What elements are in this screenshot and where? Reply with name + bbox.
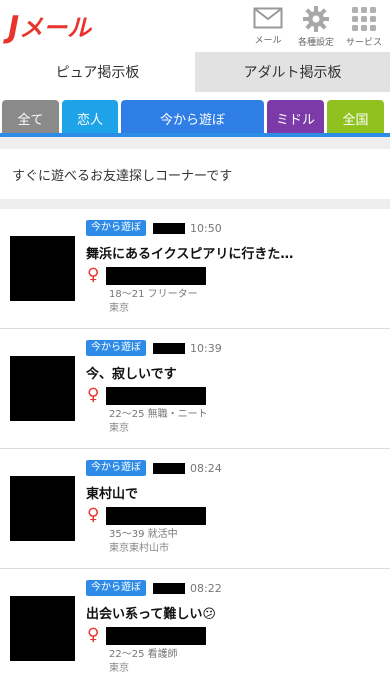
post-item[interactable]: 今から遊ぼ 08:24 東村山で ♀ 35～39 就活中 東京東村山市: [0, 449, 390, 569]
post-time: 08:24: [190, 461, 222, 475]
post-time: 10:39: [190, 341, 222, 355]
post-meta: 今から遊ぼ 08:22: [86, 580, 222, 596]
category-tab-nationwide[interactable]: 全国: [327, 100, 384, 136]
redacted-text: [106, 507, 206, 525]
board-tabs: ピュア掲示板 アダルト掲示板: [0, 52, 390, 92]
female-icon: ♀: [87, 625, 100, 645]
category-tab-lover[interactable]: 恋人: [62, 100, 118, 136]
age-job: 22～25 看護師: [109, 649, 178, 660]
post-title: 舞浜にあるイクスピアリに行きた…: [86, 247, 294, 262]
post-item[interactable]: 今から遊ぼ 08:22 出会い系って難しい😕 ♀ 22～25 看護師 東京: [0, 569, 390, 688]
age-job: 35～39 就活中: [109, 529, 178, 540]
redacted-name: [153, 342, 185, 354]
mail-label: メール: [254, 36, 282, 46]
redacted-name: [153, 222, 185, 234]
category-tab-middle[interactable]: ミドル: [267, 100, 324, 136]
category-badge: 今から遊ぼ: [86, 220, 146, 236]
logo-text: メール: [19, 14, 92, 42]
jmail-logo[interactable]: J メール: [8, 12, 91, 44]
settings-button[interactable]: 各種設定: [296, 6, 336, 48]
post-meta: 今から遊ぼ 08:24: [86, 460, 222, 476]
category-tab-play-now[interactable]: 今から遊ぼ: [121, 100, 264, 136]
post-time: 08:22: [190, 581, 222, 595]
mail-button[interactable]: メール: [248, 6, 288, 48]
category-badge: 今から遊ぼ: [86, 460, 146, 476]
area: 東京: [109, 303, 129, 314]
tab-pure-board[interactable]: ピュア掲示板: [0, 52, 195, 92]
header-icons: メール 各種設定 サービス: [240, 6, 384, 48]
post-time: 10:50: [190, 221, 222, 235]
avatar[interactable]: [10, 596, 75, 661]
app-header: J メール メール 各種設定 サービス: [0, 0, 390, 52]
female-icon: ♀: [87, 505, 100, 525]
post-info: 18～21 フリーター 東京: [109, 288, 198, 316]
services-label: サービス: [345, 38, 382, 48]
area: 東京東村山市: [109, 543, 169, 554]
post-title: 出会い系って難しい😕: [86, 607, 216, 622]
category-badge: 今から遊ぼ: [86, 580, 146, 596]
category-tabs: 全て 恋人 今から遊ぼ ミドル 全国: [0, 92, 390, 136]
female-icon: ♀: [87, 385, 100, 405]
post-list: 今から遊ぼ 10:50 舞浜にあるイクスピアリに行きた… ♀ 18～21 フリー…: [0, 209, 390, 688]
tab-adult-board[interactable]: アダルト掲示板: [195, 52, 390, 92]
redacted-name: [153, 462, 185, 474]
area: 東京: [109, 663, 129, 674]
category-tab-all[interactable]: 全て: [2, 100, 59, 136]
services-button[interactable]: サービス: [344, 6, 384, 48]
post-title: 今、寂しいです: [86, 367, 177, 382]
post-item[interactable]: 今から遊ぼ 10:39 今、寂しいです ♀ 22～25 無職・ニート 東京: [0, 329, 390, 449]
area: 東京: [109, 423, 129, 434]
redacted-text: [106, 267, 206, 285]
post-info: 22～25 無職・ニート 東京: [109, 408, 208, 436]
post-meta: 今から遊ぼ 10:39: [86, 340, 222, 356]
grid-icon: [352, 7, 376, 31]
settings-label: 各種設定: [297, 38, 334, 48]
female-icon: ♀: [87, 265, 100, 285]
post-title: 東村山で: [86, 487, 139, 502]
age-job: 18～21 フリーター: [109, 289, 198, 300]
post-info: 22～25 看護師 東京: [109, 648, 178, 676]
avatar[interactable]: [10, 236, 75, 301]
avatar[interactable]: [10, 476, 75, 541]
post-item[interactable]: 今から遊ぼ 10:50 舞浜にあるイクスピアリに行きた… ♀ 18～21 フリー…: [0, 209, 390, 329]
divider: [0, 137, 390, 149]
avatar[interactable]: [10, 356, 75, 421]
category-badge: 今から遊ぼ: [86, 340, 146, 356]
gear-icon: [303, 6, 329, 32]
post-meta: 今から遊ぼ 10:50: [86, 220, 222, 236]
mail-icon: [253, 7, 283, 29]
redacted-text: [106, 387, 206, 405]
logo-j: J: [8, 10, 19, 45]
age-job: 22～25 無職・ニート: [109, 409, 208, 420]
divider: [0, 199, 390, 209]
redacted-text: [106, 627, 206, 645]
post-info: 35～39 就活中 東京東村山市: [109, 528, 178, 556]
intro-text: すぐに遊べるお友達探しコーナーです: [0, 149, 390, 199]
redacted-name: [153, 582, 185, 594]
